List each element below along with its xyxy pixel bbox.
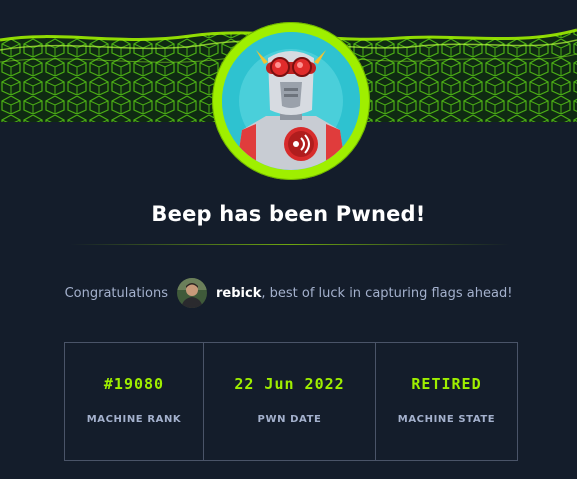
user-avatar-icon[interactable]: [177, 278, 208, 308]
stat-pwn-date: 22 Jun 2022 PWN DATE: [204, 343, 376, 460]
stat-machine-rank: #19080 MACHINE RANK: [65, 343, 204, 460]
congrats-suffix: , best of luck in capturing flags ahead!: [261, 285, 513, 301]
congrats-prefix: Congratulations: [64, 285, 169, 301]
robot-avatar-icon: [222, 32, 360, 170]
stats-panel: #19080 MACHINE RANK 22 Jun 2022 PWN DATE…: [64, 342, 518, 461]
pwn-date-label: PWN DATE: [257, 414, 322, 425]
username-link[interactable]: rebick: [216, 286, 261, 301]
pwn-date-value: 22 Jun 2022: [234, 375, 345, 393]
machine-state-label: MACHINE STATE: [397, 414, 496, 425]
congratulations-message: Congratulations rebick , best of luck in…: [0, 278, 577, 308]
page-title: Beep has been Pwned!: [151, 202, 426, 226]
machine-rank-value: #19080: [103, 375, 165, 393]
stat-machine-state: RETIRED MACHINE STATE: [376, 343, 517, 460]
machine-avatar: [212, 22, 370, 180]
title-divider: [70, 244, 510, 245]
machine-state-value: RETIRED: [411, 375, 482, 393]
machine-rank-label: MACHINE RANK: [86, 414, 182, 425]
